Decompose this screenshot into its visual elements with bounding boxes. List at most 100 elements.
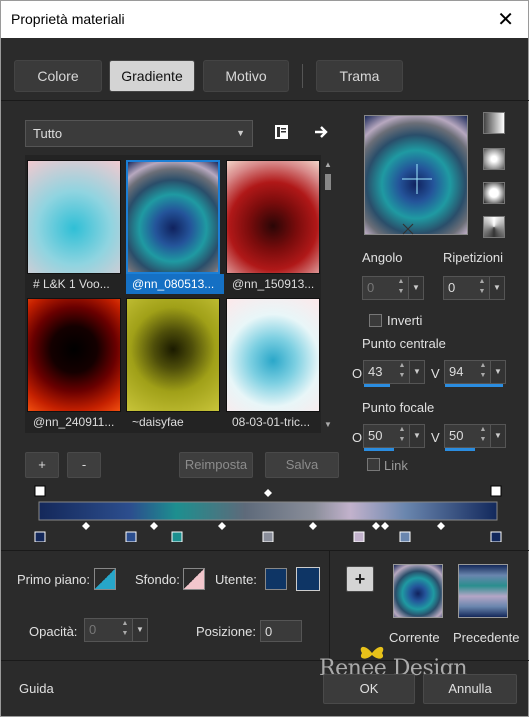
tab-motivo[interactable]: Motivo [203,60,289,92]
current-preview[interactable] [393,564,443,618]
foreground-swatch[interactable] [94,568,116,590]
category-dropdown[interactable]: Tutto ▼ [25,120,253,147]
preset-label: @nn_150913... [232,277,315,291]
focal-v-slider[interactable] [445,448,475,451]
preset-thumbnail[interactable] [226,160,320,274]
focal-h-spinner[interactable]: 50 ▲ ▼ ▼ [363,424,425,448]
center-v-label: V [431,366,440,381]
window-title: Proprietà materiali [11,11,125,27]
gradient-editor[interactable] [29,484,509,542]
focal-h-slider[interactable] [364,448,394,451]
preset-label: ~daisyfae [132,415,184,429]
spinner-arrows-icon[interactable]: ▲ ▼ [477,425,489,447]
chevron-down-icon[interactable]: ▼ [409,425,424,447]
vertical-divider [329,551,330,661]
radial-style-icon[interactable] [483,182,505,204]
preset-label: @nn_080513... [126,274,224,294]
help-link[interactable]: Guida [19,681,54,696]
spinner-arrows-icon[interactable]: ▲ ▼ [396,425,408,447]
spinner-arrows-icon[interactable]: ▲ ▼ [477,361,489,383]
ok-button[interactable]: OK [323,674,415,704]
remove-preset-button[interactable]: - [67,452,101,478]
preset-label: 08-03-01-tric... [232,415,311,429]
center-h-value: 43 [368,364,383,379]
chevron-down-icon[interactable]: ▼ [132,619,147,641]
chevron-down-icon[interactable]: ▼ [408,277,423,299]
preset-thumbnail-selected[interactable] [126,160,220,274]
add-to-swatches-button[interactable]: + [346,566,374,592]
tab-divider [302,64,303,88]
chevron-down-icon[interactable]: ▼ [489,277,504,299]
invert-checkbox[interactable] [369,314,382,327]
tab-trama[interactable]: Trama [316,60,403,92]
close-icon[interactable]: ✕ [497,7,514,32]
add-preset-button[interactable]: + [25,452,59,478]
library-icon[interactable] [273,123,291,141]
link-checkbox[interactable] [367,458,380,471]
user-color-picker[interactable] [296,567,320,591]
focal-v-spinner[interactable]: 50 ▲ ▼ ▼ [444,424,506,448]
chevron-down-icon[interactable]: ▼ [409,361,424,383]
preset-label: # L&K 1 Voo... [33,277,110,291]
user-color-swatch[interactable] [265,568,287,590]
arrow-right-icon[interactable] [313,123,331,141]
background-swatch[interactable] [183,568,205,590]
opacity-spinner[interactable]: 0 ▲ ▼ ▼ [84,618,148,642]
preset-label: @nn_240911... [33,415,115,429]
center-crosshair-icon [402,164,432,235]
opacity-value: 0 [89,622,97,637]
preset-scrollbar[interactable]: ▲ ▼ [323,160,333,432]
section-divider [1,550,529,551]
preset-thumbnail[interactable] [226,298,320,412]
save-preset-button[interactable]: Salva [265,452,339,478]
spinner-arrows-icon[interactable]: ▲ ▼ [396,361,408,383]
previous-label: Precedente [453,630,520,645]
category-value: Tutto [33,126,63,141]
previous-preview[interactable] [458,564,508,618]
opacity-label: Opacità: [29,624,78,639]
preset-thumbnail[interactable] [27,298,121,412]
tab-colore[interactable]: Colore [14,60,102,92]
position-label: Posizione: [196,624,256,639]
preset-thumbnail[interactable] [126,298,220,412]
reset-button[interactable]: Reimposta [179,452,253,478]
gradient-preview[interactable] [364,115,468,235]
spinner-arrows-icon[interactable]: ▲ ▼ [119,619,131,641]
center-point-label: Punto centrale [362,336,446,351]
focal-h-label: O [352,430,363,445]
angle-spinner[interactable]: 0 ▲ ▼ ▼ [362,276,424,300]
center-h-label: O [352,366,363,381]
linear-style-icon[interactable] [483,112,505,134]
rectangular-style-icon[interactable] [483,148,505,170]
focal-point-label: Punto focale [362,400,435,415]
invert-label: Inverti [387,313,423,328]
scroll-thumb[interactable] [325,174,331,190]
angle-value: 0 [367,280,375,295]
center-v-spinner[interactable]: 94 ▲ ▼ ▼ [444,360,506,384]
preset-thumbnail[interactable] [27,160,121,274]
scroll-up-icon[interactable]: ▲ [323,160,333,170]
title-bar: Proprietà materiali ✕ [0,0,529,38]
scroll-down-icon[interactable]: ▼ [323,420,333,430]
chevron-down-icon[interactable]: ▼ [490,361,505,383]
center-h-slider[interactable] [364,384,390,387]
position-input[interactable]: 0 [260,620,302,642]
cancel-button[interactable]: Annulla [423,674,517,704]
spinner-arrows-icon[interactable]: ▲ ▼ [395,277,407,299]
dialog-body: Colore Gradiente Motivo Trama Tutto ▼ # … [0,38,529,717]
center-h-spinner[interactable]: 43 ▲ ▼ ▼ [363,360,425,384]
chevron-down-icon[interactable]: ▼ [490,425,505,447]
focal-v-label: V [431,430,440,445]
center-v-value: 94 [449,364,464,379]
repeats-spinner[interactable]: 0 ▲ ▼ ▼ [443,276,505,300]
focal-h-value: 50 [368,428,383,443]
link-label: Link [384,458,408,473]
spinner-arrows-icon[interactable]: ▲ ▼ [476,277,488,299]
sunburst-style-icon[interactable] [483,216,505,238]
center-v-slider[interactable] [445,384,503,387]
tabs-divider [1,100,529,101]
user-label: Utente: [215,572,257,587]
repeats-value: 0 [448,280,456,295]
chevron-down-icon: ▼ [236,128,245,138]
tab-gradiente[interactable]: Gradiente [109,60,195,92]
